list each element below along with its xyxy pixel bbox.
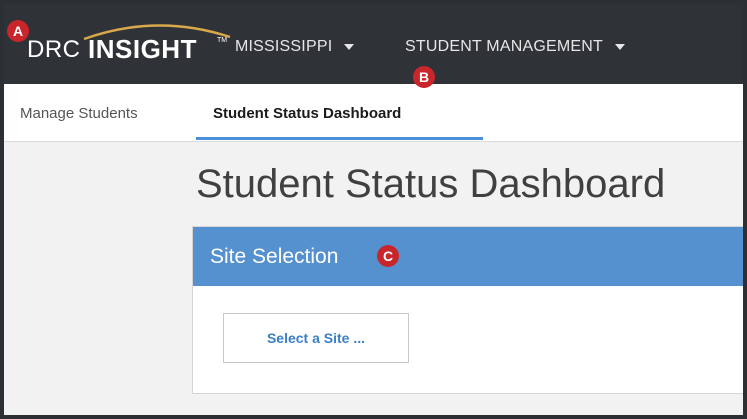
callout-marker-c: C	[377, 245, 399, 267]
drc-insight-logo[interactable]: DRC INSIGHT TM	[27, 24, 231, 71]
callout-marker-a: A	[7, 20, 29, 42]
logo-drc-text: DRC	[27, 36, 81, 63]
nav-student-management-dropdown[interactable]: STUDENT MANAGEMENT	[405, 38, 625, 56]
select-site-button[interactable]: Select a Site ...	[223, 313, 409, 363]
logo-insight-text: INSIGHT	[88, 34, 197, 64]
nav-state-dropdown[interactable]: MISSISSIPPI	[235, 38, 355, 56]
chevron-down-icon	[344, 44, 355, 50]
sub-navbar: Manage Students Student Status Dashboard	[4, 84, 743, 142]
page-title: Student Status Dashboard	[196, 162, 666, 206]
callout-marker-b: B	[413, 66, 435, 88]
panel-header: Site Selection	[193, 227, 743, 286]
tab-manage-students[interactable]: Manage Students	[20, 105, 138, 122]
chevron-down-icon	[614, 44, 625, 50]
logo-trademark: TM	[217, 37, 228, 44]
site-selection-panel: Site Selection Select a Site ...	[192, 226, 743, 394]
top-navbar: DRC INSIGHT TM MISSISSIPPI STUDENT MANAG…	[4, 4, 743, 84]
nav-state-label: MISSISSIPPI	[235, 38, 333, 55]
active-tab-indicator	[196, 137, 483, 140]
nav-student-management-label: STUDENT MANAGEMENT	[405, 38, 603, 55]
panel-title: Site Selection	[210, 245, 339, 268]
app-window: DRC INSIGHT TM MISSISSIPPI STUDENT MANAG…	[4, 4, 743, 415]
tab-student-status-dashboard[interactable]: Student Status Dashboard	[213, 105, 401, 122]
